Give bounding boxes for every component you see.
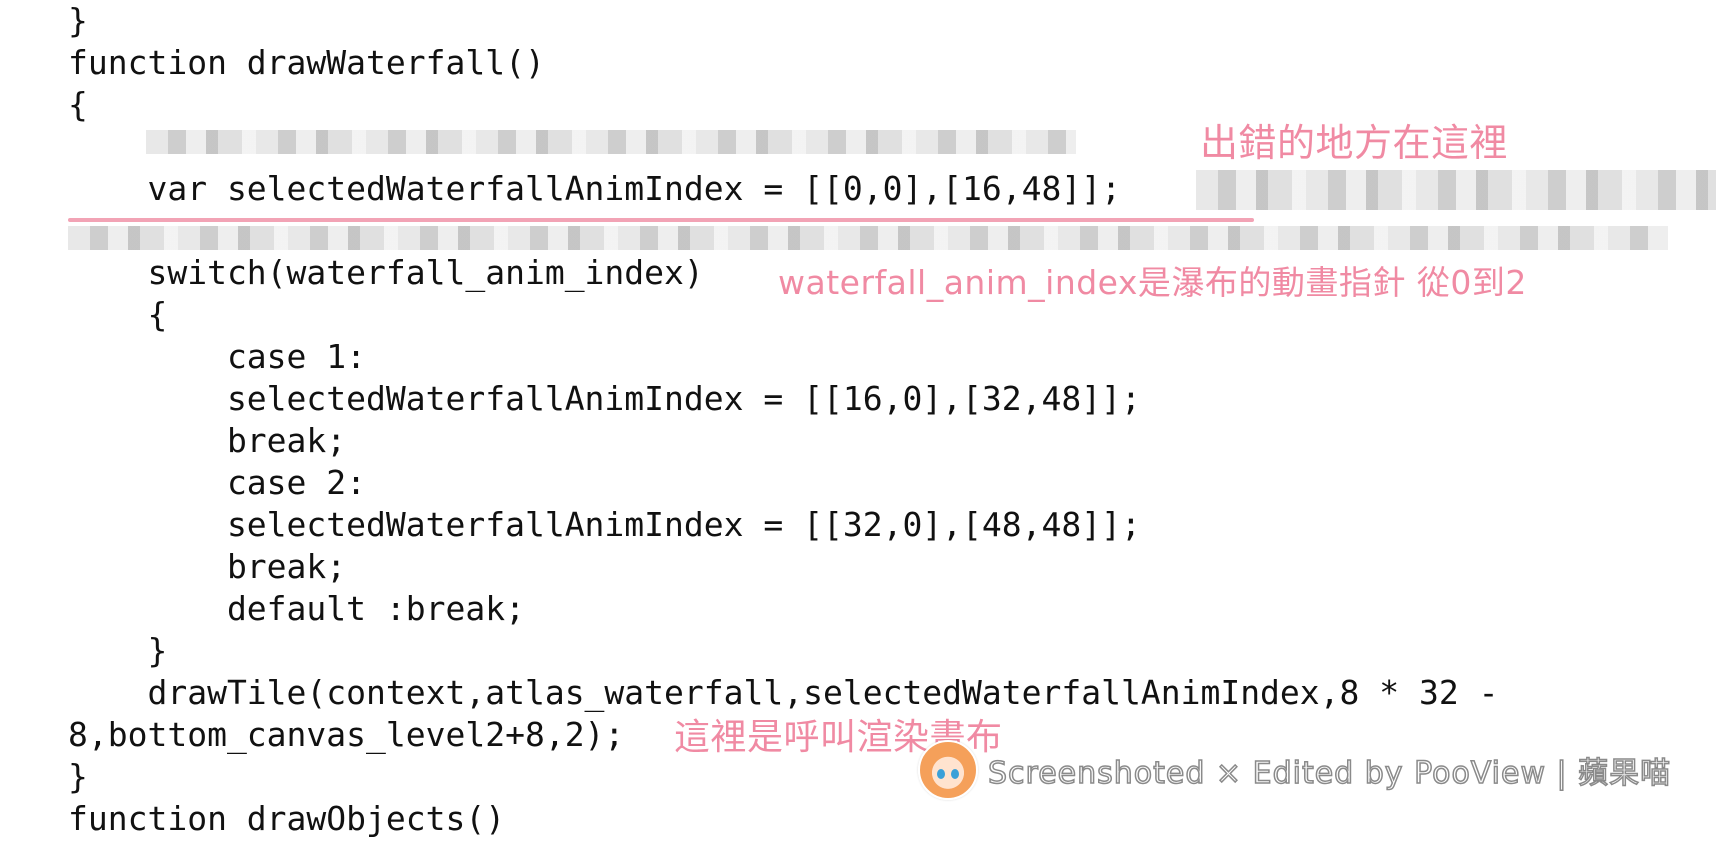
highlight-underline (68, 218, 1254, 222)
anime-girl-avatar-icon (918, 740, 978, 800)
redacted-line-bottom (68, 226, 1668, 250)
code-line-3: { (68, 85, 88, 124)
code-line-7: case 1: (68, 337, 367, 376)
code-line-12: break; (68, 547, 347, 586)
code-line-11: selectedWaterfallAnimIndex = [[32,0],[48… (68, 505, 1141, 544)
code-line-9: break; (68, 421, 347, 460)
code-line-5: switch(waterfall_anim_index) (68, 253, 704, 292)
code-line-10: case 2: (68, 463, 367, 502)
annotation-error-location: 出錯的地方在這裡 (1200, 121, 1509, 165)
code-line-8: selectedWaterfallAnimIndex = [[16,0],[32… (68, 379, 1141, 418)
redacted-line-top (146, 130, 1076, 154)
code-line-13: default :break; (68, 589, 525, 628)
code-line-2: function drawWaterfall() (68, 43, 545, 82)
code-line-14: } (68, 631, 168, 670)
watermark-text: Screenshoted × Edited by PooView | 蘋果喵 (987, 755, 1672, 792)
code-line-18: function drawObjects() (68, 799, 506, 838)
code-line-6: { (68, 295, 168, 334)
annotation-index-note: waterfall_anim_index是瀑布的動畫指針 從0到2 (778, 263, 1527, 302)
code-line-17: } (68, 757, 88, 796)
screenshot-canvas: } function drawWaterfall() { var selecte… (0, 0, 1724, 841)
redacted-area-right (1196, 170, 1716, 210)
code-line-16: 8,bottom_canvas_level2+8,2); (68, 715, 625, 754)
watermark: Screenshoted × Edited by PooView | 蘋果喵 (918, 740, 1671, 800)
code-line-1: } (68, 1, 88, 40)
code-line-4: var selectedWaterfallAnimIndex = [[0,0],… (68, 169, 1121, 208)
